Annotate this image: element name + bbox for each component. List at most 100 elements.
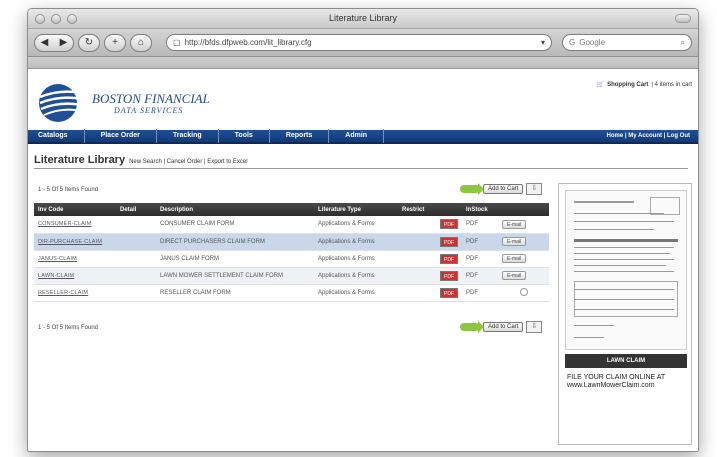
nav-catalogs[interactable]: Catalogs (28, 129, 85, 143)
add-to-cart-bottom: Add to Cart ⇩ (460, 321, 543, 333)
brand-subtitle: DATA SERVICES (114, 105, 184, 115)
document-thumbnail[interactable] (565, 190, 687, 350)
cart-icon: 🛒 (596, 82, 605, 88)
boston-financial-logo-icon (39, 84, 82, 122)
account-links[interactable]: Home | My Account | Log Out (607, 133, 698, 139)
home-icon: ⌂ (137, 37, 145, 48)
plus-button[interactable]: + (104, 33, 126, 52)
reload-icon: ↻ (84, 37, 94, 48)
window-title: Literature Library (328, 13, 398, 23)
format-cell: PDF (462, 284, 498, 302)
page-title: Literature Library (34, 154, 126, 166)
col-detail[interactable]: Detail (116, 203, 156, 216)
search-placeholder: Google (579, 38, 606, 47)
col-description[interactable]: Description (156, 203, 314, 216)
email-button[interactable]: E-mail (502, 237, 527, 246)
email-button[interactable]: E-mail (502, 271, 527, 280)
format-cell: PDF (462, 267, 498, 285)
pdf-icon[interactable]: PDF (440, 253, 458, 264)
table-row[interactable]: CONSUMER-CLAIM CONSUMER CLAIM FORM Appli… (34, 216, 549, 234)
heading-divider (34, 168, 688, 169)
nav-place-order[interactable]: Place Order (85, 129, 157, 143)
items-found-bottom: 1 - 5 Of 5 Items Found (38, 325, 99, 331)
type-cell: Applications & Forms (314, 267, 398, 285)
description-cell: DIRECT PURCHASERS CLAIM FORM (156, 233, 314, 251)
format-cell: PDF (462, 216, 498, 234)
pdf-icon[interactable]: PDF (440, 219, 458, 230)
table-header-row: Inv Code Detail Description Literature T… (34, 203, 549, 216)
cart-count: | 4 items in cart (651, 81, 692, 88)
type-cell: Applications & Forms (314, 216, 398, 234)
format-cell: PDF (462, 233, 498, 251)
nav-tools[interactable]: Tools (219, 129, 270, 143)
type-cell: Applications & Forms (314, 284, 398, 302)
search-icon[interactable]: ⌕ (681, 38, 685, 48)
inv-code-link[interactable]: CONSUMER-CLAIM (38, 221, 92, 227)
forward-arrow-icon[interactable]: ▶ (60, 37, 68, 48)
google-icon: G (569, 38, 576, 47)
col-actions (498, 203, 549, 216)
nav-reports[interactable]: Reports (270, 129, 330, 143)
brand-name: BOSTON FINANCIAL (92, 90, 210, 106)
col-literature-type[interactable]: Literature Type (314, 203, 398, 216)
arrow-icon (460, 321, 484, 333)
inv-code-link[interactable]: DIR-PURCHASE-CLAIM (38, 239, 102, 245)
cart-add-icon[interactable]: ⇩ (526, 183, 543, 195)
dropdown-icon[interactable]: ▾ (541, 38, 545, 47)
plus-icon: + (112, 37, 118, 48)
col-restrict[interactable]: Restrict (398, 203, 462, 216)
table-row[interactable]: LAWN-CLAIM LAWN MOWER SETTLEMENT CLAIM F… (34, 267, 549, 285)
detail-cell (116, 233, 156, 251)
add-to-cart-button[interactable]: Add to Cart (483, 184, 524, 194)
search-field[interactable]: G Google ⌕ (562, 34, 692, 51)
title-bar: Literature Library (28, 9, 698, 29)
back-arrow-icon[interactable]: ◀ (41, 37, 49, 48)
shopping-cart[interactable]: 🛒 Shopping Cart | 4 items in cart (596, 81, 692, 89)
table-row[interactable]: DIR-PURCHASE-CLAIM DIRECT PURCHASERS CLA… (34, 233, 549, 251)
brand-text: BOSTON FINANCIAL DATA SERVICES (92, 90, 210, 115)
col-inv-code[interactable]: Inv Code (34, 203, 116, 216)
preview-label: LAWN CLAIM (565, 354, 687, 368)
detail-cell (116, 267, 156, 285)
preview-panel: LAWN CLAIM FILE YOUR CLAIM ONLINE AT www… (558, 183, 692, 445)
inv-code-link[interactable]: LAWN-CLAIM (38, 273, 74, 279)
url-text[interactable]: http://bfds.dfpweb.com/lit_library.cfg (185, 38, 537, 47)
preview-text: FILE YOUR CLAIM ONLINE AT www.LawnMowerC… (567, 374, 666, 389)
detail-cell (116, 216, 156, 234)
inv-code-link[interactable]: RESELLER-CLAIM (38, 290, 88, 296)
main-nav: Catalogs Place Order Tracking Tools Repo… (28, 129, 698, 144)
inv-code-link[interactable]: JANUS-CLAIM (38, 256, 77, 262)
literature-table: Inv Code Detail Description Literature T… (34, 203, 549, 302)
reload-button[interactable]: ↻ (78, 33, 100, 52)
home-button[interactable]: ⌂ (130, 33, 152, 52)
description-cell: LAWN MOWER SETTLEMENT CLAIM FORM (156, 267, 314, 285)
description-cell: RESELLER CLAIM FORM (156, 284, 314, 302)
radio-circle-icon[interactable] (519, 287, 528, 296)
type-cell: Applications & Forms (314, 250, 398, 268)
nav-tracking[interactable]: Tracking (157, 129, 219, 143)
items-found-top: 1 - 5 Of 5 Items Found (38, 187, 99, 193)
description-cell: JANUS CLAIM FORM (156, 250, 314, 268)
browser-toolbar: ◀ ▶ ↻ + ⌂ ▢ http://bfds.dfpweb.com/lit_l… (28, 29, 698, 57)
add-to-cart-button[interactable]: Add to Cart (483, 322, 524, 332)
cart-add-icon[interactable]: ⇩ (526, 321, 543, 333)
email-button[interactable]: E-mail (502, 219, 527, 229)
add-to-cart-top: Add to Cart ⇩ (460, 183, 543, 195)
table-row[interactable]: JANUS-CLAIM JANUS CLAIM FORM Application… (34, 250, 549, 268)
pdf-icon[interactable]: PDF (440, 236, 458, 247)
detail-cell (116, 284, 156, 302)
back-forward-buttons[interactable]: ◀ ▶ (34, 33, 74, 52)
email-button[interactable]: E-mail (502, 254, 527, 263)
cart-label[interactable]: Shopping Cart (607, 82, 648, 88)
browser-window: Literature Library ◀ ▶ ↻ + ⌂ ▢ http://bf… (27, 8, 699, 452)
col-instock[interactable]: InStock (462, 203, 498, 216)
arrow-icon (460, 183, 484, 195)
heading-links[interactable]: New Search | Cancel Order | Export to Ex… (129, 159, 248, 165)
nav-admin[interactable]: Admin (329, 129, 385, 143)
pdf-icon[interactable]: PDF (440, 287, 458, 298)
pdf-icon[interactable]: PDF (440, 270, 458, 281)
brand-logo[interactable]: BOSTON FINANCIAL DATA SERVICES (38, 83, 210, 123)
table-row[interactable]: RESELLER-CLAIM RESELLER CLAIM FORM Appli… (34, 284, 549, 302)
address-bar[interactable]: ▢ http://bfds.dfpweb.com/lit_library.cfg… (166, 34, 552, 51)
toolbar-toggle-button[interactable] (675, 14, 691, 23)
